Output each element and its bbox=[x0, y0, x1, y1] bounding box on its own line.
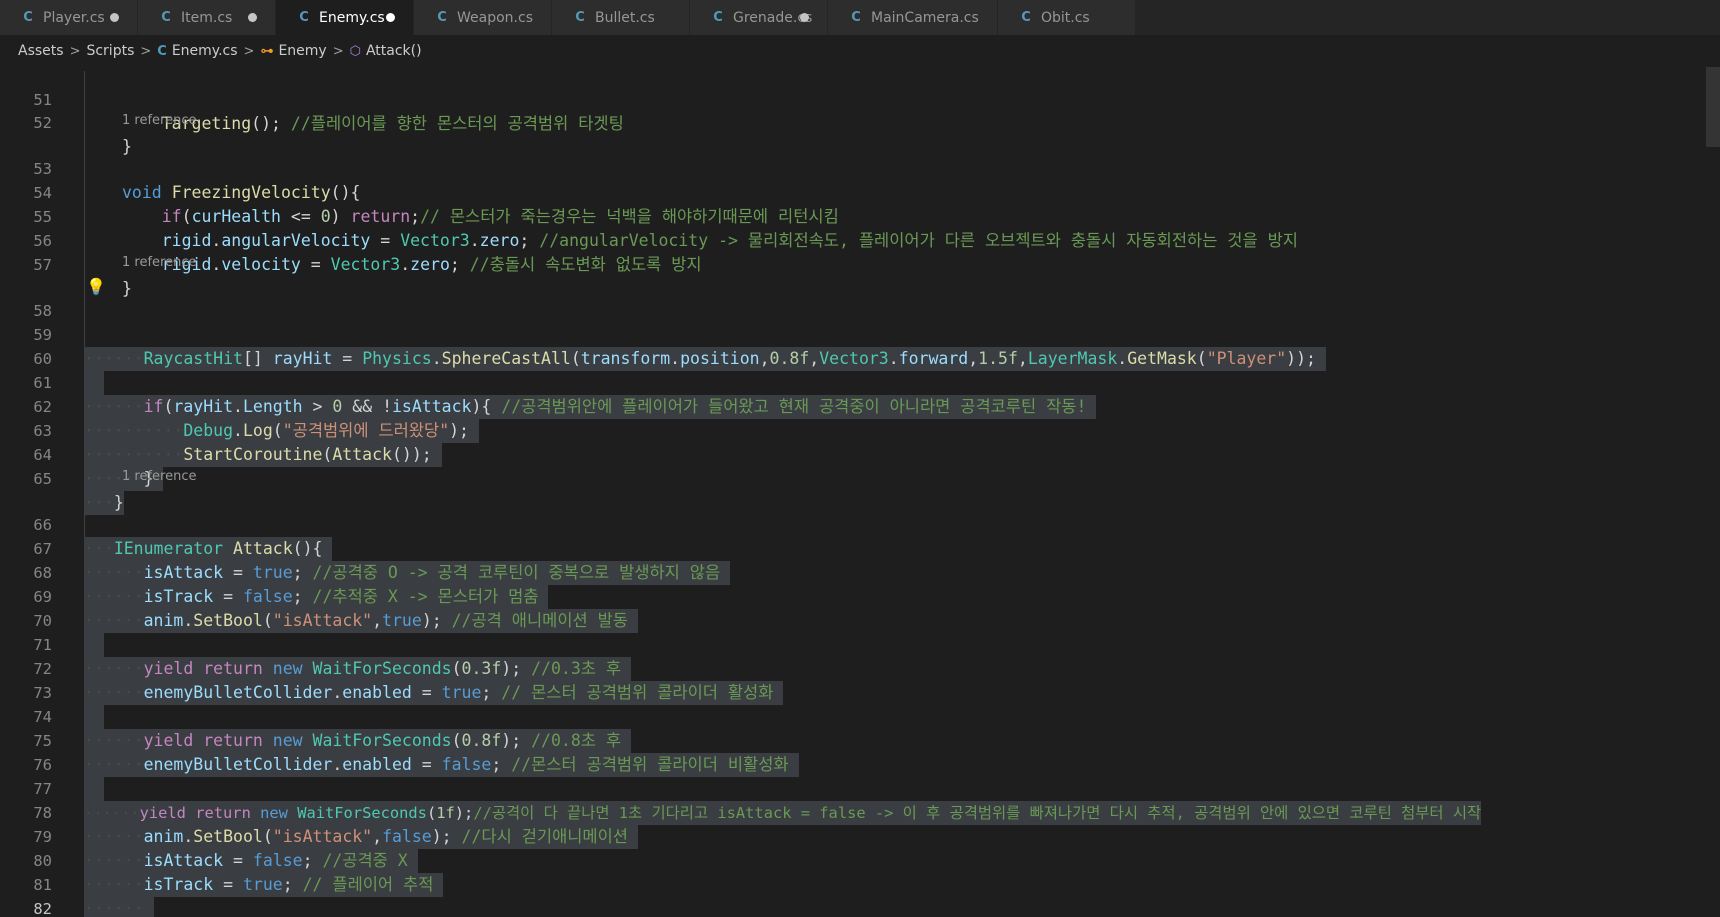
code-line[interactable]: 62 ··········Debug.Log("공격범위에 드러왔당"); bbox=[0, 371, 1720, 443]
code-line[interactable]: 70 bbox=[0, 585, 1720, 657]
tab-obit-cs[interactable]: C Obit.cs bbox=[998, 0, 1136, 35]
csharp-icon: C bbox=[851, 10, 861, 25]
tab-label: Weapon.cs bbox=[457, 9, 533, 26]
code-line[interactable]: 56 rigid.velocity = Vector3.zero; //충돌시 … bbox=[0, 205, 1720, 274]
scrollbar-thumb[interactable] bbox=[1706, 67, 1720, 147]
tab-label: MainCamera.cs bbox=[871, 9, 979, 26]
class-icon: ⊶ bbox=[260, 43, 274, 59]
code-line-current[interactable]: 82 ···} bbox=[0, 873, 1720, 917]
line-number: 52 bbox=[33, 114, 52, 132]
code-line[interactable]: 64 ······} bbox=[0, 419, 1720, 491]
chevron-right-icon: > bbox=[140, 43, 152, 59]
csharp-icon: C bbox=[161, 10, 171, 25]
breadcrumb-scripts[interactable]: Scripts bbox=[86, 43, 134, 59]
csharp-icon: C bbox=[713, 10, 723, 25]
code-line[interactable]: 72 ······enemyBulletCollider.enabled = t… bbox=[0, 633, 1720, 705]
code-line[interactable]: 66 ···IEnumerator Attack(){ bbox=[0, 489, 1720, 561]
tab-grenade-cs[interactable]: C Grenade.cs bbox=[690, 0, 828, 35]
unsaved-dot-icon[interactable] bbox=[248, 13, 257, 22]
chevron-right-icon: > bbox=[69, 43, 81, 59]
tab-label: Enemy.cs bbox=[319, 9, 385, 26]
breadcrumb: Assets > Scripts > C Enemy.cs > ⊶ Enemy … bbox=[0, 35, 1720, 67]
method-cube-icon: ⬡ bbox=[349, 43, 361, 59]
tab-item-cs[interactable]: C Item.cs bbox=[138, 0, 276, 35]
unsaved-dot-icon[interactable] bbox=[110, 13, 119, 22]
line-number: 65 bbox=[33, 470, 52, 488]
code-line[interactable]: 53 void FreezingVelocity(){ bbox=[0, 133, 1720, 202]
code-line[interactable]: 74 ······yield return new WaitForSeconds… bbox=[0, 681, 1720, 753]
unsaved-dot-icon[interactable] bbox=[800, 13, 809, 22]
line-text: rigid.velocity = Vector3.zero; //충돌시 속도변… bbox=[161, 255, 702, 274]
tab-bullet-cs[interactable]: C Bullet.cs bbox=[552, 0, 690, 35]
tab-label: Item.cs bbox=[181, 9, 233, 26]
tab-maincamera-cs[interactable]: C MainCamera.cs bbox=[828, 0, 998, 35]
code-line[interactable]: 59 ······RaycastHit[] rayHit = Physics.S… bbox=[0, 299, 1720, 371]
line-number: 57 bbox=[33, 256, 52, 274]
breadcrumb-method[interactable]: Attack() bbox=[366, 43, 422, 59]
code-line[interactable]: 77 ······yield return new WaitForSeconds… bbox=[0, 753, 1720, 825]
breadcrumb-class[interactable]: Enemy bbox=[278, 43, 326, 59]
code-line[interactable]: 79 ······isAttack = false; //공격중 X bbox=[0, 801, 1720, 873]
tab-player-cs[interactable]: C Player.cs bbox=[0, 0, 138, 35]
tab-label: Obit.cs bbox=[1041, 9, 1090, 26]
tab-weapon-cs[interactable]: C Weapon.cs bbox=[414, 0, 552, 35]
codelens-reference[interactable]: 1 reference bbox=[122, 110, 196, 132]
code-line[interactable]: 51 Targeting(); //플레이어를 향한 몬스터의 공격범위 타겟팅 bbox=[0, 71, 1720, 133]
editor-tab-bar: C Player.cs C Item.cs C Enemy.cs C Weapo… bbox=[0, 0, 1720, 35]
code-line[interactable]: 83 bbox=[0, 897, 1720, 917]
csharp-icon: C bbox=[437, 10, 447, 25]
codelens-reference[interactable]: 1 reference bbox=[122, 252, 196, 274]
lightbulb-icon[interactable]: 💡 bbox=[86, 275, 106, 299]
code-line[interactable]: 76 bbox=[0, 729, 1720, 801]
code-line[interactable]: 80 ······isTrack = true; // 플레이어 추적 bbox=[0, 825, 1720, 897]
code-line[interactable]: 55 rigid.angularVelocity = Vector3.zero;… bbox=[0, 181, 1720, 250]
csharp-icon: C bbox=[299, 10, 309, 25]
csharp-icon: C bbox=[23, 10, 33, 25]
csharp-icon: C bbox=[157, 43, 167, 59]
breadcrumb-file[interactable]: Enemy.cs bbox=[172, 43, 238, 59]
code-line[interactable]: 75 ······enemyBulletCollider.enabled = f… bbox=[0, 705, 1720, 777]
code-line[interactable]: 63 ··········StartCoroutine(Attack()); bbox=[0, 395, 1720, 467]
code-line[interactable]: 54 if(curHealth <= 0) return;// 몬스터가 죽는경… bbox=[0, 157, 1720, 226]
code-line[interactable]: 67 ······isAttack = true; //공격중 O -> 공격 … bbox=[0, 513, 1720, 585]
vertical-scrollbar[interactable] bbox=[1706, 67, 1720, 917]
code-line[interactable]: 65 ···} bbox=[0, 443, 1720, 515]
code-line[interactable]: 52 } bbox=[0, 87, 1720, 156]
code-line[interactable]: 69 ······anim.SetBool("isAttack",true); … bbox=[0, 561, 1720, 633]
unsaved-dot-icon[interactable] bbox=[386, 13, 395, 22]
code-line[interactable]: 78 ······anim.SetBool("isAttack",false);… bbox=[0, 777, 1720, 849]
tab-label: Bullet.cs bbox=[595, 9, 655, 26]
code-editor[interactable]: 51 Targeting(); //플레이어를 향한 몬스터의 공격범위 타겟팅… bbox=[0, 71, 1720, 917]
code-line[interactable]: 60 bbox=[0, 323, 1720, 395]
code-line[interactable]: 71 ······yield return new WaitForSeconds… bbox=[0, 609, 1720, 681]
code-line[interactable]: 57 } bbox=[0, 229, 1720, 298]
tab-enemy-cs[interactable]: C Enemy.cs bbox=[276, 0, 414, 35]
code-line[interactable]: 61 ······if(rayHit.Length > 0 && !isAtta… bbox=[0, 347, 1720, 419]
code-line[interactable]: 58 💡 void Targeting(){ bbox=[0, 275, 1720, 371]
code-line[interactable]: 73 bbox=[0, 657, 1720, 729]
csharp-icon: C bbox=[1021, 10, 1031, 25]
code-line[interactable]: 81 ······ bbox=[0, 849, 1720, 917]
code-line[interactable]: 68 ······isTrack = false; //추적중 X -> 몬스터… bbox=[0, 537, 1720, 609]
chevron-right-icon: > bbox=[332, 43, 344, 59]
breadcrumb-assets[interactable]: Assets bbox=[18, 43, 64, 59]
codelens-reference[interactable]: 1 reference bbox=[122, 466, 196, 488]
chevron-right-icon: > bbox=[243, 43, 255, 59]
tab-label: Player.cs bbox=[43, 9, 105, 26]
csharp-icon: C bbox=[575, 10, 585, 25]
